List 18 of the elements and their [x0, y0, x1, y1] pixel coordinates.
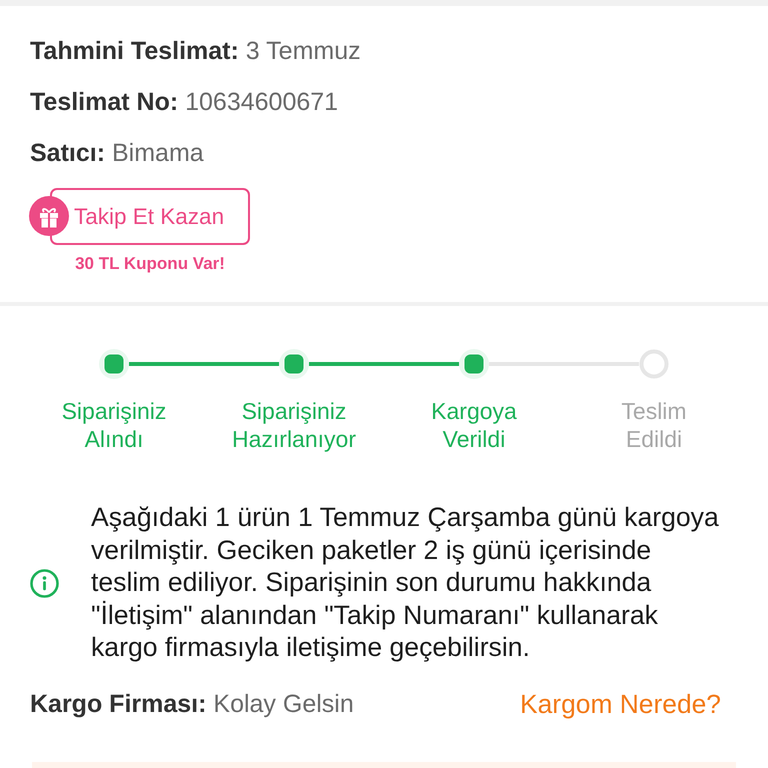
field-label: Kargo Firması: — [30, 690, 206, 718]
field-value: Bimama — [112, 139, 204, 167]
field-value: 3 Temmuz — [246, 37, 361, 65]
step-label: Siparişiniz Alındı — [62, 397, 166, 453]
gift-icon — [29, 196, 69, 236]
field-label: Satıcı: — [30, 139, 106, 167]
field-label: Tahmini Teslimat: — [30, 37, 239, 65]
field-label: Teslimat No: — [30, 88, 178, 116]
follow-and-earn-button[interactable]: Takip Et Kazan — [50, 188, 250, 245]
shipment-info-text: Aşağıdaki 1 ürün 1 Temmuz Çarşamba günü kargoya verilmiştir. Geciken paketler 2 iş günü içerisinde teslim ediliyor. Siparişinin son durumu hakkında "İletişim" alanından "Takip Numaranı" kullanarak kargo firmasıyla iletişime geçebilirsin. — [91, 501, 720, 664]
where-is-my-cargo-link[interactable]: Kargom Nerede? — [520, 688, 721, 720]
step-label: Kargoya Verildi — [431, 397, 517, 453]
coupon-note: 30 TL Kuponu Var! — [75, 254, 225, 274]
field-value: Kolay Gelsin — [213, 690, 354, 718]
step-label: Siparişiniz Hazırlanıyor — [232, 397, 356, 453]
field-value: 10634600671 — [185, 88, 338, 116]
info-icon — [30, 568, 59, 598]
step-label: Teslim Edildi — [621, 397, 687, 453]
